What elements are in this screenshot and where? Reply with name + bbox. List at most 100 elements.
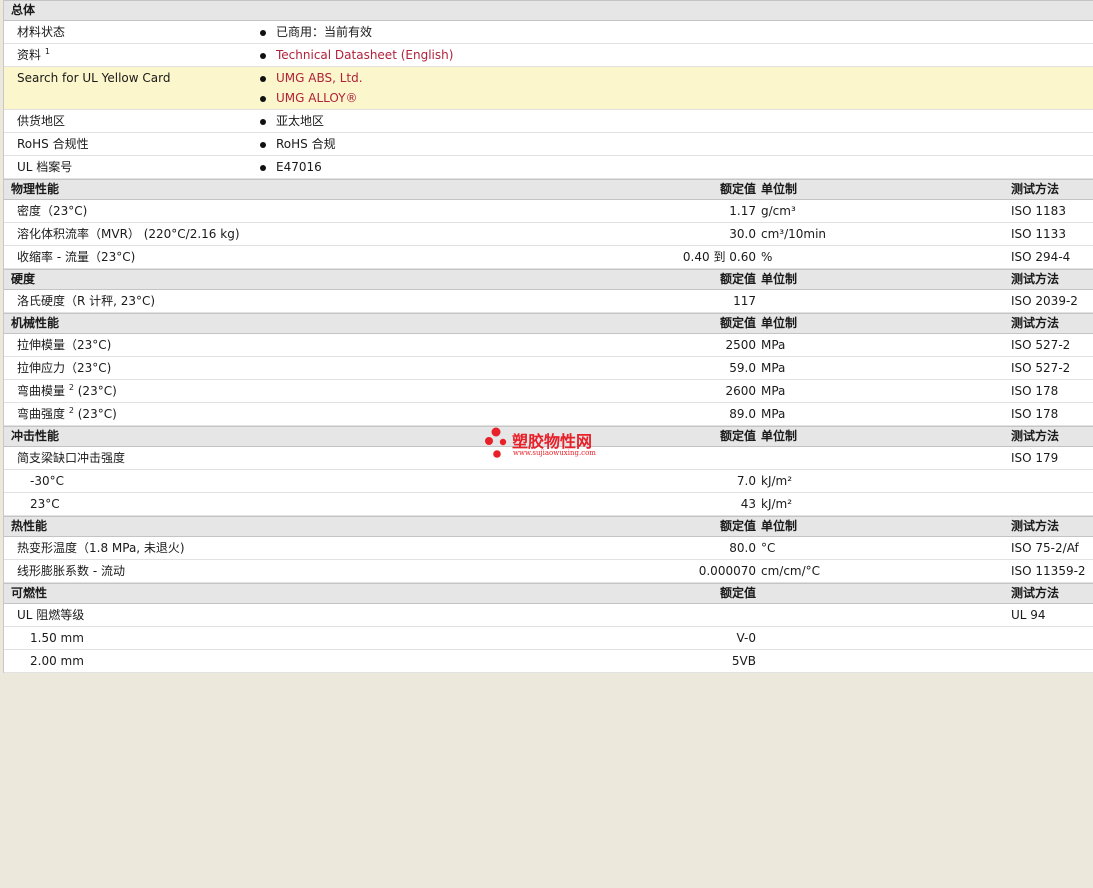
property-label: 收缩率 - 流量（23°C) [17, 250, 135, 264]
property-label-text: 热变形温度（1.8 MPa, 未退火) [17, 541, 185, 555]
section-title: 机械性能 [11, 316, 60, 330]
row-label-text: Search for UL Yellow Card [17, 71, 171, 85]
row-label-text: UL 档案号 [17, 160, 73, 174]
property-method: ISO 179 [1011, 451, 1059, 465]
row-value: 已商用：当前有效 [276, 25, 373, 39]
row-link[interactable]: UMG ALLOY® [276, 91, 358, 105]
bullet-dot-icon [260, 30, 266, 36]
general-row: UL 档案号 E47016 [4, 156, 1093, 179]
row-label: RoHS 合规性 [17, 137, 89, 151]
section-header: 机械性能 额定值 单位制 测试方法 [4, 313, 1093, 334]
property-method: ISO 178 [1011, 384, 1059, 398]
row-label: 供货地区 [17, 114, 65, 128]
property-row: 洛氏硬度（R 计秤, 23°C) 117 ISO 2039-2 [4, 290, 1093, 313]
property-row: 线形膨胀系数 - 流动 0.000070 cm/cm/°C ISO 11359-2 [4, 560, 1093, 583]
section-header: 物理性能 额定值 单位制 测试方法 [4, 179, 1093, 200]
property-value: 59.0 [729, 361, 756, 375]
section-title: 总体 [11, 3, 36, 17]
column-header-method: 测试方法 [1011, 519, 1060, 533]
property-label: -30°C [30, 474, 64, 488]
property-label-text: 2.00 mm [30, 654, 84, 668]
row-label: 资料 1 [17, 47, 50, 62]
property-label-text: UL 阻燃等级 [17, 608, 85, 622]
row-label-text: RoHS 合规性 [17, 137, 89, 151]
property-label-text: 弯曲模量 [17, 384, 66, 398]
property-value: 7.0 [736, 474, 756, 488]
property-unit: MPa [761, 338, 786, 352]
property-label: 拉伸应力（23°C) [17, 361, 111, 375]
watermark-url: www.sujiaowuxing.com [513, 449, 596, 457]
column-header-unit: 单位制 [761, 429, 798, 443]
property-row: 弯曲模量 2 (23°C) 2600 MPa ISO 178 [4, 380, 1093, 403]
row-link[interactable]: UMG ABS, Ltd. [276, 71, 363, 85]
column-header-method: 测试方法 [1011, 429, 1060, 443]
row-label-text: 资料 [17, 48, 42, 62]
property-label-suffix: (23°C) [73, 407, 117, 421]
property-label: 拉伸模量（23°C) [17, 338, 111, 352]
property-label: 1.50 mm [30, 631, 84, 645]
property-label-suffix: (23°C) [73, 384, 117, 398]
column-header-method: 测试方法 [1011, 586, 1060, 600]
property-label: 洛氏硬度（R 计秤, 23°C) [17, 294, 155, 308]
bullet-dot-icon [260, 119, 266, 125]
property-label-text: 拉伸应力（23°C) [17, 361, 112, 375]
bullet-dot-icon [260, 165, 266, 171]
column-header-unit: 单位制 [761, 182, 798, 196]
bullet-dot-icon [260, 96, 266, 102]
row-label-text: 材料状态 [17, 25, 66, 39]
row-value: 亚太地区 [276, 114, 325, 128]
row-value: E47016 [276, 160, 322, 174]
property-label-text: -30°C [30, 474, 64, 488]
column-header-unit: 单位制 [761, 272, 798, 286]
property-label: UL 阻燃等级 [17, 608, 84, 622]
general-row: Search for UL Yellow Card UMG ABS, Ltd. UM… [4, 67, 1093, 110]
property-label-text: 拉伸模量（23°C) [17, 338, 112, 352]
property-row: 拉伸应力（23°C) 59.0 MPa ISO 527-2 [4, 357, 1093, 380]
property-method: ISO 294-4 [1011, 250, 1071, 264]
property-label-text: 1.50 mm [30, 631, 84, 645]
bullet-dot-icon [260, 142, 266, 148]
property-row: 溶化体积流率（MVR） (220°C/2.16 kg) 30.0 cm³/10min… [4, 223, 1093, 246]
property-method: ISO 527-2 [1011, 338, 1071, 352]
property-unit: g/cm³ [761, 204, 796, 218]
bullet-icon [260, 71, 266, 85]
bullet-icon [260, 114, 266, 128]
bullet-icon [260, 48, 266, 62]
row-link[interactable]: Technical Datasheet (English) [276, 48, 453, 62]
property-label: 2.00 mm [30, 654, 84, 668]
section-header-general: 总体 [4, 0, 1093, 21]
property-label-text: 线形膨胀系数 - 流动 [17, 564, 125, 578]
property-row: UL 阻燃等级 UL 94 [4, 604, 1093, 627]
section-header: 热性能 额定值 单位制 测试方法 [4, 516, 1093, 537]
column-header-method: 测试方法 [1011, 182, 1060, 196]
property-label-text: 收缩率 - 流量（23°C) [17, 250, 136, 264]
row-label: 材料状态 [17, 25, 65, 39]
property-label: 线形膨胀系数 - 流动 [17, 564, 125, 578]
property-value: 117 [733, 294, 756, 308]
property-value: 43 [740, 497, 756, 511]
property-row: 收缩率 - 流量（23°C) 0.40 到 0.60% ISO 294-4 [4, 246, 1093, 269]
property-row: -30°C 7.0 kJ/m² [4, 470, 1093, 493]
general-row: RoHS 合规性 RoHS 合规 [4, 133, 1093, 156]
property-label: 密度（23°C) [17, 204, 87, 218]
property-method: ISO 1133 [1011, 227, 1066, 241]
property-label-text: 简支梁缺口冲击强度 [17, 451, 126, 465]
section-header: 硬度 额定值 单位制 测试方法 [4, 269, 1093, 290]
property-unit: MPa [761, 384, 786, 398]
property-label-text: 密度（23°C) [17, 204, 88, 218]
section-title: 热性能 [11, 519, 48, 533]
property-value: 1.17 [729, 204, 756, 218]
column-header-value: 额定值 [719, 586, 756, 600]
property-method: ISO 1183 [1011, 204, 1066, 218]
property-unit: kJ/m² [761, 474, 793, 488]
row-label: UL 档案号 [17, 160, 72, 174]
property-method: ISO 2039-2 [1011, 294, 1078, 308]
section-title: 冲击性能 [11, 429, 60, 443]
property-unit: cm³/10min [761, 227, 827, 241]
property-method: ISO 75-2/Af [1011, 541, 1079, 555]
property-value: 5VB [731, 654, 756, 668]
bullet-icon [260, 91, 266, 105]
row-label-text: 供货地区 [17, 114, 66, 128]
property-value: 2600 [725, 384, 756, 398]
general-row: 资料 1 Technical Datasheet (English) [4, 44, 1093, 67]
